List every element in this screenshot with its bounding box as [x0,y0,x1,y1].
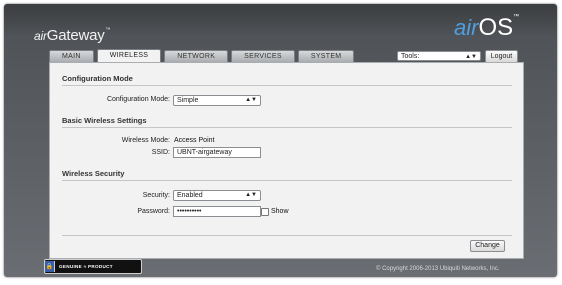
os-prefix: air [454,15,479,40]
chevron-updown-icon: ▲▼ [465,54,477,60]
os-name: OS [478,14,514,41]
section-title-wireless-security: Wireless Security [62,169,125,178]
section-title-config-mode: Configuration Mode [62,74,133,83]
tab-main[interactable]: MAIN [49,50,94,62]
ssid-label: SSID: [151,149,170,156]
divider [62,127,512,128]
badge-text: GENUINE ≈ PRODUCT [59,264,113,269]
lock-icon: 🔒 [45,261,55,272]
divider [62,180,512,181]
config-mode-select[interactable]: Simple ▲▼ [173,95,261,106]
divider [62,235,512,236]
tools-select-value: Tools: [401,53,420,60]
tab-network[interactable]: NETWORK [164,50,229,62]
brand-prefix: air [34,29,47,43]
config-mode-label: Configuration Mode: [106,96,170,103]
app-window: airGateway™ airOS™ MAIN WIRELESS NETWORK… [4,4,557,277]
os-tm: ™ [513,14,520,20]
tab-wireless[interactable]: WIRELESS [96,49,162,62]
security-value: Enabled [177,192,203,199]
show-password-label: Show [271,208,289,215]
ssid-input[interactable]: UBNT-airgateway [173,147,261,158]
change-button[interactable]: Change [470,240,505,252]
chevron-updown-icon: ▲▼ [245,192,257,198]
tab-bar: MAIN WIRELESS NETWORK SERVICES SYSTEM [49,49,355,62]
wireless-mode-label: Wireless Mode: [121,137,170,144]
config-mode-value: Simple [177,97,199,104]
tab-system[interactable]: SYSTEM [297,50,355,62]
show-password-checkbox[interactable] [261,208,269,216]
password-label: Password: [137,208,170,215]
tab-services[interactable]: SERVICES [231,50,295,62]
airos-logo: airOS™ [454,14,519,42]
security-select[interactable]: Enabled ▲▼ [173,190,261,201]
password-input[interactable]: •••••••••• [173,206,261,217]
security-label: Security: [142,192,170,199]
brand-tm: ™ [105,27,111,33]
brand-logo: airGateway™ [34,27,111,44]
wireless-mode-value: Access Point [174,137,215,144]
genuine-product-badge: 🔒 GENUINE ≈ PRODUCT [44,259,142,274]
brand-name: Gateway [46,27,105,44]
divider [62,85,512,86]
section-title-basic-wireless: Basic Wireless Settings [62,116,147,125]
tools-select[interactable]: Tools: ▲▼ [397,51,481,61]
chevron-updown-icon: ▲▼ [245,97,257,103]
copyright-text: © Copyright 2006-2013 Ubiquiti Networks,… [376,266,500,272]
wireless-settings-panel: Configuration Mode Configuration Mode: S… [49,62,524,259]
